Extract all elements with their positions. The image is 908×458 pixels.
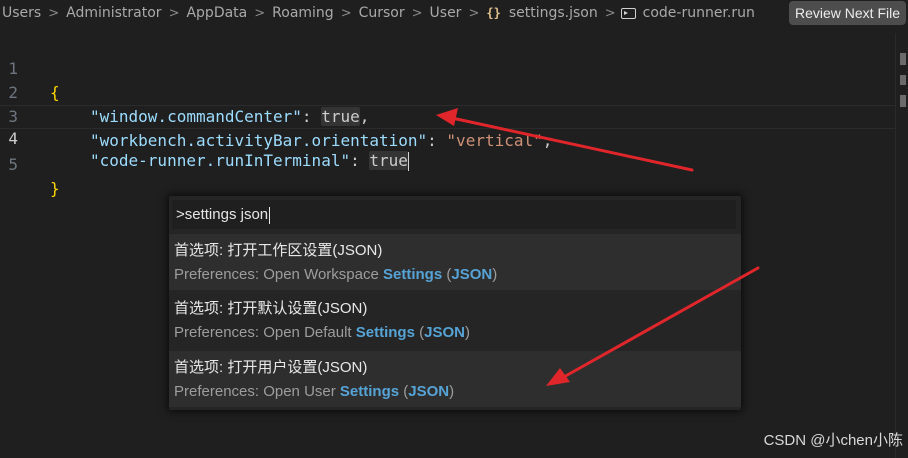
line-number: 5: [8, 155, 18, 174]
command-item-open-user-settings-json[interactable]: 首选项: 打开用户设置(JSON) Preferences: Open User…: [169, 351, 741, 407]
breadcrumb-item-user[interactable]: User: [428, 5, 464, 21]
minimap[interactable]: [895, 33, 908, 458]
chevron-right-icon: >: [468, 5, 480, 21]
colon: :: [350, 151, 370, 170]
code-line-active: 4 "code-runner.runInTerminal": true: [0, 105, 896, 171]
text-cursor: [407, 152, 409, 171]
command-item-open-workspace-settings-json[interactable]: 首选项: 打开工作区设置(JSON) Preferences: Open Wor…: [169, 234, 741, 290]
breadcrumb-item-cursor[interactable]: Cursor: [357, 5, 407, 21]
command-palette-query: >settings json: [176, 206, 269, 223]
breadcrumb-item-users[interactable]: Users: [0, 5, 43, 21]
command-item-detail: Preferences: Open User Settings (JSON): [174, 383, 455, 400]
code-line: 5 }: [0, 129, 896, 198]
chevron-right-icon: >: [48, 5, 60, 21]
minimap-slider: [900, 75, 906, 85]
chevron-right-icon: >: [411, 5, 423, 21]
command-item-detail: Preferences: Open Workspace Settings (JS…: [174, 266, 498, 283]
command-item-detail: Preferences: Open Default Settings (JSON…: [174, 324, 470, 341]
chevron-right-icon: >: [168, 5, 180, 21]
breadcrumb-item-administrator[interactable]: Administrator: [64, 5, 163, 21]
minimap-slider: [900, 95, 906, 107]
code-runner-icon: [620, 7, 636, 19]
text-cursor: [269, 206, 271, 224]
chevron-right-icon: >: [254, 5, 266, 21]
code-line: 3 "workbench.activityBar.orientation": "…: [0, 81, 896, 150]
review-next-file-button[interactable]: Review Next File: [788, 1, 906, 25]
breadcrumb: Users > Administrator > AppData > Roamin…: [0, 0, 908, 26]
command-item-open-default-settings-json[interactable]: 首选项: 打开默认设置(JSON) Preferences: Open Defa…: [169, 292, 741, 348]
code-line: 1 {: [0, 33, 896, 102]
breadcrumb-item-roaming[interactable]: Roaming: [270, 5, 336, 21]
breadcrumb-item-appdata[interactable]: AppData: [184, 5, 249, 21]
minimap-slider: [900, 53, 906, 65]
breadcrumb-item-code-runner-run[interactable]: code-runner.run: [641, 5, 757, 21]
json-key: "code-runner.runInTerminal": [90, 151, 351, 170]
chevron-right-icon: >: [340, 5, 352, 21]
command-item-label: 首选项: 打开默认设置(JSON): [174, 300, 368, 317]
json-value: true: [369, 151, 408, 170]
breadcrumb-item-settings-json[interactable]: settings.json: [507, 5, 600, 21]
watermark: CSDN @小chen小陈: [763, 432, 903, 449]
command-item-label: 首选项: 打开用户设置(JSON): [174, 359, 368, 376]
close-brace: }: [50, 179, 60, 198]
chevron-right-icon: >: [604, 5, 616, 21]
command-palette-input[interactable]: >settings json: [172, 200, 736, 229]
command-palette: >settings json 首选项: 打开工作区设置(JSON) Prefer…: [169, 196, 741, 410]
command-item-label: 首选项: 打开工作区设置(JSON): [174, 242, 383, 259]
code-line: 2 "window.commandCenter": true,: [0, 57, 896, 126]
json-file-icon: {}: [486, 6, 501, 20]
